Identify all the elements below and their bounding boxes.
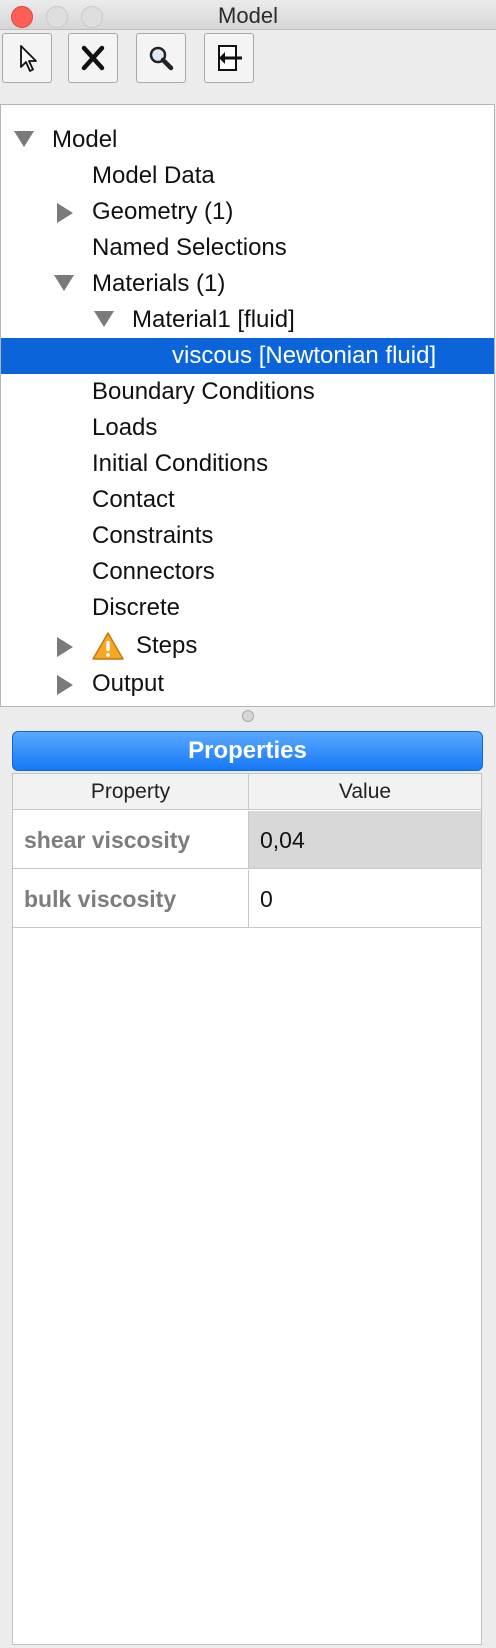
delete-tool-button[interactable] bbox=[68, 33, 118, 83]
tree-item-viscous[interactable]: viscous [Newtonian fluid] bbox=[1, 338, 494, 374]
zoom-tool-button[interactable] bbox=[136, 33, 186, 83]
column-header-property[interactable]: Property bbox=[13, 774, 249, 810]
tree-item-model-data[interactable]: Model Data bbox=[1, 158, 494, 194]
exit-icon bbox=[218, 45, 242, 71]
tree-item-named-selections[interactable]: Named Selections bbox=[1, 230, 494, 266]
property-name-cell: bulk viscosity bbox=[13, 870, 249, 928]
toolbar bbox=[0, 30, 496, 88]
window-title: Model bbox=[218, 3, 278, 28]
tree-item-geometry[interactable]: Geometry (1) bbox=[1, 194, 494, 230]
tree-item-initial-conditions[interactable]: Initial Conditions bbox=[1, 446, 494, 482]
pointer-icon bbox=[20, 45, 37, 72]
tree-item-discrete[interactable]: Discrete bbox=[1, 590, 494, 626]
properties-header: Properties bbox=[12, 731, 483, 771]
expand-arrow-icon[interactable] bbox=[54, 275, 74, 291]
expand-arrow-icon[interactable] bbox=[14, 131, 34, 147]
window-titlebar: Model bbox=[0, 0, 496, 30]
tree-item-material1[interactable]: Material1 [fluid] bbox=[1, 302, 494, 338]
collapse-arrow-icon[interactable] bbox=[57, 675, 73, 695]
column-header-value[interactable]: Value bbox=[249, 774, 481, 810]
select-tool-button[interactable] bbox=[2, 33, 52, 83]
property-value-cell[interactable]: 0,04 bbox=[249, 811, 481, 869]
magnifier-icon bbox=[149, 46, 174, 71]
tree-item-contact[interactable]: Contact bbox=[1, 482, 494, 518]
expand-arrow-icon[interactable] bbox=[94, 311, 114, 327]
exit-tool-button[interactable] bbox=[204, 33, 254, 83]
collapse-arrow-icon[interactable] bbox=[57, 637, 73, 657]
collapse-arrow-icon[interactable] bbox=[57, 203, 73, 223]
tree-item-output[interactable]: Output bbox=[1, 666, 494, 702]
warning-icon bbox=[92, 632, 124, 660]
x-icon bbox=[81, 45, 105, 71]
split-handle[interactable] bbox=[242, 710, 254, 722]
tree-item-steps[interactable]: Steps bbox=[1, 628, 494, 664]
tree-item-loads[interactable]: Loads bbox=[1, 410, 494, 446]
tree-item-model[interactable]: Model bbox=[1, 122, 494, 158]
tree-item-boundary-conditions[interactable]: Boundary Conditions bbox=[1, 374, 494, 410]
properties-table: Property Value shear viscosity 0,04 bulk… bbox=[12, 773, 482, 1645]
tree-item-materials[interactable]: Materials (1) bbox=[1, 266, 494, 302]
property-name-cell: shear viscosity bbox=[13, 811, 249, 869]
tree-item-connectors[interactable]: Connectors bbox=[1, 554, 494, 590]
tree-item-constraints[interactable]: Constraints bbox=[1, 518, 494, 554]
property-value-cell[interactable]: 0 bbox=[249, 870, 481, 928]
model-tree[interactable]: Model Model Data Geometry (1) Named Sele… bbox=[0, 104, 495, 707]
